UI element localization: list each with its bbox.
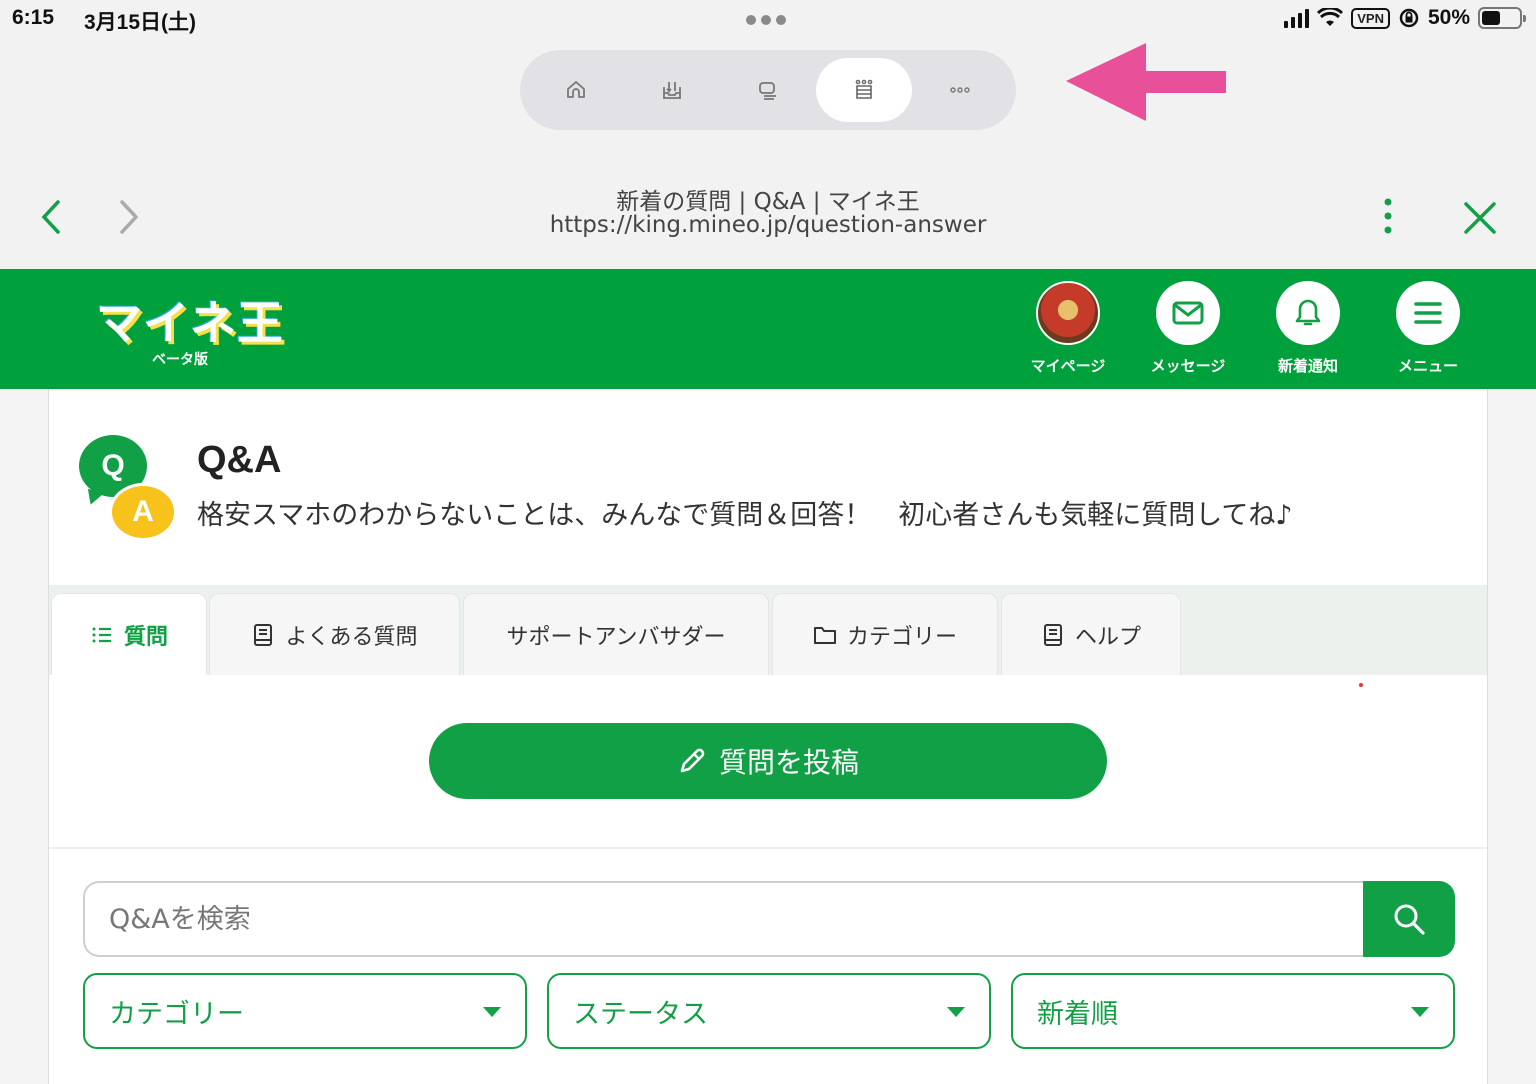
- sort-select-label: 新着順: [1037, 998, 1118, 1030]
- tab-questions[interactable]: 質問: [51, 593, 207, 675]
- close-icon[interactable]: [1462, 200, 1498, 236]
- chevron-down-icon: [483, 1007, 501, 1017]
- battery-percent: 50%: [1427, 6, 1470, 29]
- tab-category[interactable]: カテゴリー: [772, 593, 998, 675]
- qa-card: Q A Q&A 格安スマホのわからないことは、みんなで質問＆回答！ 初心者さんも…: [48, 389, 1488, 1084]
- battery-icon: [1478, 7, 1526, 29]
- annotation-arrow-icon: [1066, 43, 1226, 121]
- home-button[interactable]: [528, 58, 624, 122]
- hamburger-icon: [1396, 281, 1460, 345]
- page-url[interactable]: https://king.mineo.jp/question-answer: [0, 212, 1536, 238]
- category-select-label: カテゴリー: [109, 998, 244, 1030]
- wifi-icon: [1317, 8, 1344, 26]
- search-bar: [83, 881, 1455, 957]
- nav-menu-label: メニュー: [1397, 357, 1458, 375]
- tab-faq-label: よくある質問: [285, 624, 418, 650]
- qa-header: Q A Q&A 格安スマホのわからないことは、みんなで質問＆回答！ 初心者さんも…: [49, 389, 1487, 585]
- browser-toolbar: [0, 40, 1536, 168]
- tab-support-ambassador-label: サポートアンバサダー: [506, 624, 726, 650]
- reader-button[interactable]: [720, 58, 816, 122]
- tab-questions-label: 質問: [123, 624, 168, 650]
- status-bar: 6:15 3月15日(土) VPN 50%: [0, 0, 1536, 40]
- sort-select[interactable]: 新着順: [1011, 973, 1455, 1049]
- crown-icon: [855, 79, 873, 99]
- tab-faq[interactable]: よくある質問: [209, 593, 460, 675]
- nav-notifications-label: 新着通知: [1277, 357, 1338, 375]
- status-select-label: ステータス: [573, 998, 708, 1030]
- pencil-icon: [680, 748, 705, 773]
- crown-button[interactable]: [816, 58, 912, 122]
- tab-help-label: ヘルプ: [1074, 624, 1141, 650]
- search-button[interactable]: [1363, 881, 1455, 957]
- orientation-lock-icon: [1399, 8, 1419, 28]
- multitasking-dots-icon[interactable]: [746, 15, 786, 25]
- decorative-dot: [1359, 683, 1363, 687]
- home-icon: [567, 81, 585, 98]
- folder-icon: [813, 626, 836, 644]
- nav-mypage-label: マイページ: [1030, 357, 1106, 375]
- nav-messages-label: メッセージ: [1150, 357, 1226, 375]
- logo-beta-label: ベータ版: [152, 352, 208, 368]
- category-select[interactable]: カテゴリー: [83, 973, 527, 1049]
- qa-logo-icon: Q A: [79, 435, 183, 541]
- chevron-down-icon: [947, 1007, 965, 1017]
- list-icon: [92, 627, 111, 642]
- site-logo[interactable]: マイネ王 ベータ版: [96, 287, 284, 368]
- tab-support-ambassador[interactable]: サポートアンバサダー: [463, 593, 769, 675]
- book-icon: [254, 623, 273, 646]
- book-icon: [1043, 623, 1062, 646]
- address-bar: 新着の質問 | Q&A | マイネ王 https://king.mineo.jp…: [0, 168, 1536, 269]
- download-tray-button[interactable]: [624, 58, 720, 122]
- nav-messages[interactable]: メッセージ: [1138, 281, 1238, 376]
- nav-menu[interactable]: メニュー: [1378, 281, 1478, 376]
- logo-text: マイネ王: [96, 296, 284, 350]
- status-date: 3月15日(土): [84, 11, 197, 34]
- status-time: 6:15: [12, 6, 55, 29]
- search-input[interactable]: [83, 881, 1373, 957]
- a-bubble: A: [109, 483, 177, 541]
- avatar: [1036, 281, 1100, 345]
- page-title: 新着の質問 | Q&A | マイネ王: [616, 189, 920, 215]
- post-question-label: 質問を投稿: [718, 746, 859, 779]
- tab-category-label: カテゴリー: [846, 624, 957, 650]
- more-button[interactable]: [912, 58, 1008, 122]
- qa-subtitle: 格安スマホのわからないことは、みんなで質問＆回答！ 初心者さんも気軽に質問してね…: [197, 500, 1293, 531]
- download-tray-icon: [663, 82, 681, 99]
- nav-mypage[interactable]: マイページ: [1018, 281, 1118, 376]
- tab-bar: 質問 よくある質問 サポートアンバサダー カテゴリー ヘルプ: [49, 585, 1487, 675]
- post-question-button[interactable]: 質問を投稿: [429, 723, 1107, 799]
- toolbar-pill: [520, 50, 1016, 130]
- vpn-badge: VPN: [1351, 7, 1390, 29]
- reader-icon: [759, 82, 776, 100]
- post-area: 質問を投稿: [49, 675, 1487, 849]
- mail-icon: [1156, 281, 1220, 345]
- qa-title: Q&A: [197, 439, 282, 481]
- more-vertical-icon[interactable]: [1374, 198, 1402, 238]
- chevron-down-icon: [1411, 1007, 1429, 1017]
- filter-row: カテゴリー ステータス 新着順: [83, 973, 1455, 1049]
- more-icon: [950, 87, 970, 93]
- search-icon: [1394, 904, 1425, 935]
- cellular-signal-icon: [1284, 8, 1310, 28]
- status-select[interactable]: ステータス: [547, 973, 991, 1049]
- nav-notifications[interactable]: 新着通知: [1258, 281, 1358, 376]
- bell-icon: [1276, 281, 1340, 345]
- site-header: マイネ王 ベータ版 マイページ メッセージ 新着通知 メニュー: [0, 269, 1536, 389]
- tab-help[interactable]: ヘルプ: [1001, 593, 1181, 675]
